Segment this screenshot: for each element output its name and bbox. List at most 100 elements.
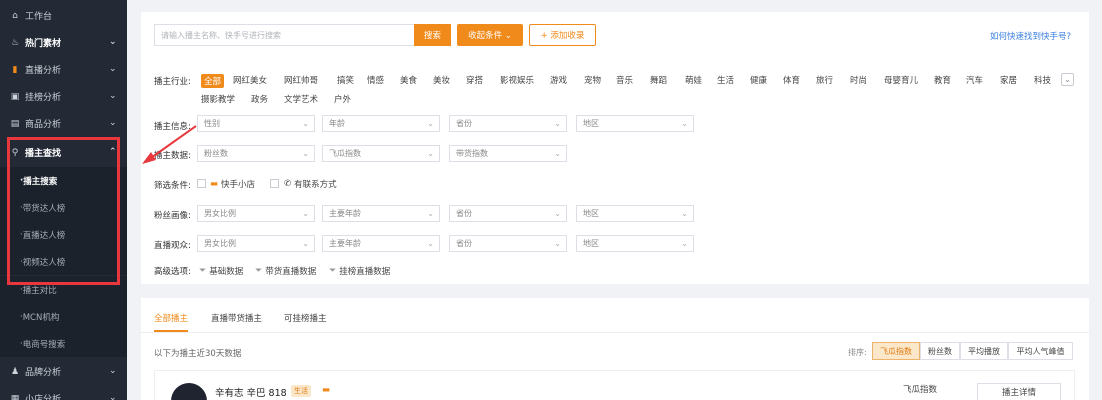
fans-province-select[interactable]: 省份 ⌄ xyxy=(449,205,567,222)
tab-all-anchors[interactable]: 全部播主 xyxy=(154,312,188,324)
sidebar-item-label: 品牌分析 xyxy=(25,368,62,378)
avatar[interactable] xyxy=(171,383,207,400)
search-placeholder: 请输入播主名称、快手号进行搜索 xyxy=(161,30,281,40)
chevron-down-icon: ⌄ xyxy=(109,118,117,128)
condition-text: 快手小店 xyxy=(221,180,256,190)
chart-icon: ▣ xyxy=(10,91,20,102)
contact-option[interactable]: ✆ 有联系方式 xyxy=(284,178,337,190)
industry-tag[interactable]: 音乐 xyxy=(616,74,633,86)
sidebar-item-live-analysis[interactable]: ▮ 直播分析 ⌄ xyxy=(0,56,127,83)
industry-tag[interactable]: 体育 xyxy=(783,74,800,86)
industry-tag[interactable]: 文学艺术 xyxy=(284,93,318,105)
phone-icon: ✆ xyxy=(284,179,292,189)
industry-tag[interactable]: 户外 xyxy=(334,93,351,105)
help-link[interactable]: 如何快速找到快手号? xyxy=(990,30,1071,42)
select-value: 地区 xyxy=(583,209,599,218)
sidebar-subitem-ecom-search[interactable]: · 电商号搜索 xyxy=(0,330,127,357)
industry-tag[interactable]: 网红帅哥 xyxy=(284,74,318,86)
condition-label: 筛选条件: xyxy=(154,181,191,191)
info-label: 播主信息: xyxy=(154,122,191,132)
advanced-basic-data[interactable]: ⏷ 基础数据 xyxy=(199,265,243,277)
industry-tag[interactable]: 美食 xyxy=(400,74,417,86)
advanced-sales-live-data[interactable]: ⏷ 带货直播数据 xyxy=(255,265,316,277)
sort-feigua-index[interactable]: 飞瓜指数 xyxy=(872,342,920,360)
sort-fans-count[interactable]: 粉丝数 xyxy=(920,342,960,360)
fans-gender-select[interactable]: 男女比例 ⌄ xyxy=(197,205,315,222)
chevron-down-icon: ⌄ xyxy=(109,64,117,74)
select-value: 地区 xyxy=(583,119,599,128)
search-input[interactable]: 请输入播主名称、快手号进行搜索 xyxy=(154,24,414,46)
select-value: 地区 xyxy=(583,239,599,248)
industry-tag[interactable]: 搞笑 xyxy=(337,74,354,86)
metric-label: 飞瓜指数 xyxy=(903,385,938,395)
sidebar-item-product-analysis[interactable]: ▤ 商品分析 ⌄ xyxy=(0,110,127,137)
sort-label: 排序: xyxy=(848,348,867,357)
sidebar-item-rank-analysis[interactable]: ▣ 挂榜分析 ⌄ xyxy=(0,83,127,110)
province-select[interactable]: 省份 ⌄ xyxy=(449,115,567,132)
sidebar-subitem-mcn[interactable]: · MCN机构 xyxy=(0,303,127,330)
advanced-text: 基础数据 xyxy=(209,267,244,277)
industry-tag[interactable]: 家居 xyxy=(1000,74,1017,86)
industry-tag[interactable]: 宠物 xyxy=(584,74,601,86)
sort-avg-play[interactable]: 平均播放 xyxy=(960,342,1008,360)
industry-tag[interactable]: 影视娱乐 xyxy=(500,74,534,86)
fans-count-select[interactable]: 粉丝数 ⌄ xyxy=(197,145,315,162)
anchor-name[interactable]: 辛有志 辛巴 818 xyxy=(215,385,287,399)
industry-tag[interactable]: 舞蹈 xyxy=(650,74,667,86)
industry-tag[interactable]: 时尚 xyxy=(850,74,867,86)
audience-region-select[interactable]: 地区 ⌄ xyxy=(576,235,694,252)
industry-tag[interactable]: 游戏 xyxy=(550,74,567,86)
industry-tag[interactable]: 摄影教学 xyxy=(201,93,235,105)
store-icon: ▦ xyxy=(10,393,20,400)
sidebar-item-dashboard[interactable]: ⌂ 工作台 xyxy=(0,2,127,29)
industry-tag[interactable]: 穿搭 xyxy=(466,74,483,86)
industry-tag[interactable]: 母婴育儿 xyxy=(884,74,918,86)
sidebar-item-label: 小店分析 xyxy=(25,395,62,400)
industry-tag[interactable]: 汽车 xyxy=(966,74,983,86)
category-badge: 生活 xyxy=(291,385,311,397)
region-select[interactable]: 地区 ⌄ xyxy=(576,115,694,132)
feigua-index-select[interactable]: 飞瓜指数 ⌄ xyxy=(322,145,440,162)
chevron-down-icon: ⌄ xyxy=(554,149,561,158)
kuaishou-store-checkbox[interactable] xyxy=(197,179,206,188)
sidebar-item-brand-analysis[interactable]: ♟ 品牌分析 ⌄ xyxy=(0,358,127,385)
add-collection-button[interactable]: + 添加收录 xyxy=(529,24,596,46)
anchor-detail-button[interactable]: 播主详情 xyxy=(977,383,1061,400)
industry-tag[interactable]: 政务 xyxy=(251,93,268,105)
sidebar-item-store-analysis[interactable]: ▦ 小店分析 ⌄ xyxy=(0,385,127,400)
industry-tag[interactable]: 旅行 xyxy=(816,74,833,86)
chevron-down-icon: ⌄ xyxy=(427,239,434,248)
gender-select[interactable]: 性别 ⌄ xyxy=(197,115,315,132)
industry-tag[interactable]: 全部 xyxy=(201,74,225,88)
fans-age-select[interactable]: 主要年龄 ⌄ xyxy=(322,205,440,222)
sidebar-subitem-label: MCN机构 xyxy=(22,312,60,323)
industry-tag[interactable]: 萌娃 xyxy=(685,74,702,86)
advanced-rank-live-data[interactable]: ⏷ 挂榜直播数据 xyxy=(329,265,390,277)
industry-tag[interactable]: 生活 xyxy=(717,74,734,86)
sort-avg-peak-popularity[interactable]: 平均人气峰值 xyxy=(1008,342,1073,360)
tab-rankable-anchors[interactable]: 可挂榜播主 xyxy=(284,312,327,324)
audience-age-select[interactable]: 主要年龄 ⌄ xyxy=(322,235,440,252)
industry-tag[interactable]: 科技 xyxy=(1034,74,1051,86)
chevron-down-icon: ⌄ xyxy=(302,149,309,158)
audience-province-select[interactable]: 省份 ⌄ xyxy=(449,235,567,252)
anchor-card[interactable]: 辛有志 辛巴 818 生活 ▬ 飞瓜指数 播主详情 xyxy=(154,370,1075,400)
collapse-conditions-button[interactable]: 收起条件 ⌄ xyxy=(457,24,523,46)
chevron-down-icon: ⌄ xyxy=(554,209,561,218)
industry-tag[interactable]: 美妆 xyxy=(433,74,450,86)
age-select[interactable]: 年龄 ⌄ xyxy=(322,115,440,132)
search-button[interactable]: 搜索 xyxy=(414,24,451,46)
sidebar-item-hot-material[interactable]: ♨ 热门素材 ⌄ xyxy=(0,29,127,56)
audience-gender-select[interactable]: 男女比例 ⌄ xyxy=(197,235,315,252)
contact-checkbox[interactable] xyxy=(270,179,279,188)
industry-tag[interactable]: 网红美女 xyxy=(233,74,267,86)
industry-tag[interactable]: 情感 xyxy=(367,74,384,86)
industry-tag[interactable]: 健康 xyxy=(750,74,767,86)
fans-region-select[interactable]: 地区 ⌄ xyxy=(576,205,694,222)
kuaishou-store-option[interactable]: ▬ 快手小店 xyxy=(210,178,255,190)
tab-live-sales-anchors[interactable]: 直播带货播主 xyxy=(211,312,262,324)
store-icon: ▬ xyxy=(210,179,219,189)
industry-tag[interactable]: 教育 xyxy=(934,74,951,86)
sales-index-select[interactable]: 带货指数 ⌄ xyxy=(449,145,567,162)
expand-industry-button[interactable]: ⌄ xyxy=(1061,73,1074,86)
